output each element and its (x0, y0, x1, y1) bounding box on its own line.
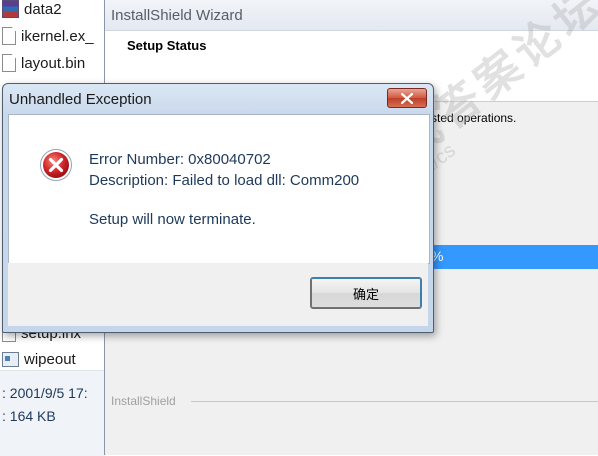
file-size: : 164 KB (2, 408, 56, 424)
wizard-titlebar[interactable]: InstallShield Wizard (105, 0, 598, 31)
ok-button[interactable]: 确定 (310, 277, 422, 309)
error-number: Error Number: 0x80040702 (89, 151, 271, 168)
dialog-message-area: Error Number: 0x80040702 Description: Fa… (8, 114, 430, 264)
unhandled-exception-dialog: Unhandled Exception Error Number: 0x8004… (2, 83, 434, 333)
dialog-title: Unhandled Exception (9, 91, 152, 108)
status-text: sted operations. (431, 111, 517, 125)
progress-indicator: % (425, 245, 598, 269)
wizard-title: InstallShield Wizard (111, 7, 243, 24)
file-item-layout[interactable]: layout.bin (0, 51, 106, 75)
close-button[interactable] (387, 88, 427, 108)
file-item-data2[interactable]: data2 (0, 0, 106, 21)
file-item-wipeout[interactable]: wipeout (0, 347, 106, 371)
image-file-icon (2, 351, 19, 367)
file-name: ikernel.ex_ (21, 27, 94, 45)
setup-status-heading: Setup Status (127, 38, 207, 53)
footer-divider (191, 401, 598, 402)
details-pane: : 2001/9/5 17: : 164 KB (0, 370, 106, 456)
installshield-brand-label: InstallShield (111, 394, 176, 408)
dialog-button-bar: 确定 (8, 263, 428, 326)
file-name: wipeout (24, 350, 76, 368)
file-date: : 2001/9/5 17: (2, 385, 88, 401)
terminate-message: Setup will now terminate. (89, 211, 256, 228)
file-name: layout.bin (21, 54, 86, 72)
document-icon (2, 54, 16, 72)
file-item-ikernel[interactable]: ikernel.ex_ (0, 24, 106, 48)
rar-archive-icon (2, 0, 19, 18)
close-icon (401, 92, 413, 104)
error-description: Description: Failed to load dll: Comm200 (89, 172, 360, 189)
error-icon (40, 149, 72, 181)
document-icon (2, 27, 16, 45)
file-name: data2 (24, 0, 62, 18)
